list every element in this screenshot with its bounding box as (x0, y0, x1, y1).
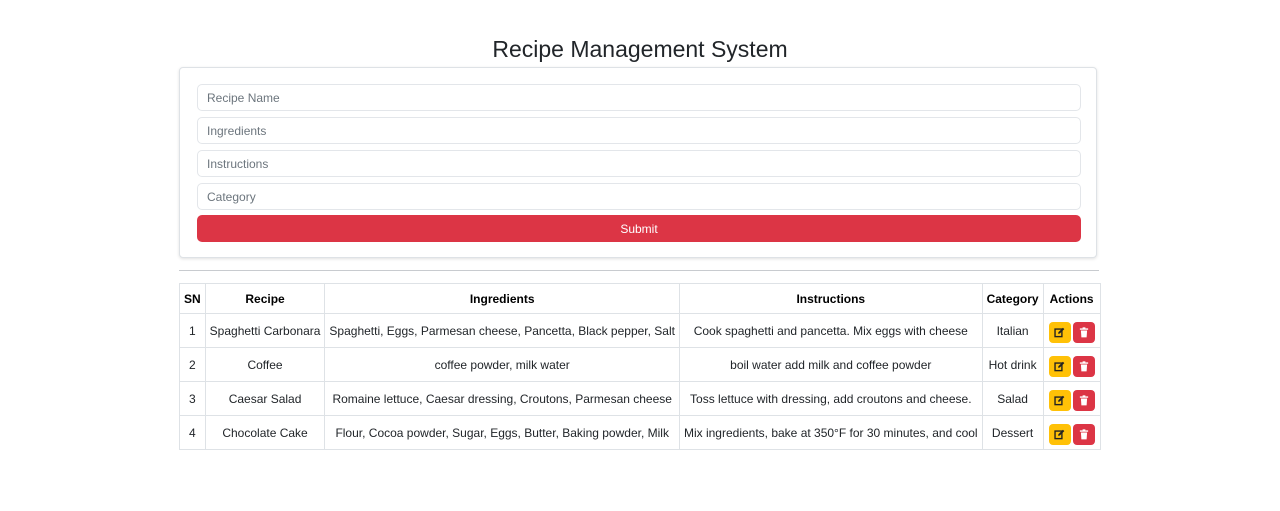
edit-button[interactable] (1048, 424, 1071, 445)
cell-ingredients: Romaine lettuce, Caesar dressing, Crouto… (324, 381, 680, 416)
trash-icon (1073, 395, 1095, 406)
delete-button[interactable] (1072, 424, 1095, 445)
cell-ingredients: coffee powder, milk water (324, 347, 680, 382)
cell-instructions: boil water add milk and coffee powder (678, 347, 983, 382)
edit-icon (1049, 327, 1071, 338)
cell-sn: 2 (179, 347, 206, 382)
cell-category: Italian (981, 313, 1044, 348)
cell-recipe: Spaghetti Carbonara (204, 313, 326, 348)
edit-icon (1049, 361, 1071, 372)
edit-button[interactable] (1048, 390, 1071, 411)
header-actions: Actions (1042, 283, 1101, 314)
table-row: 1 Spaghetti Carbonara Spaghetti, Eggs, Par… (179, 313, 1101, 348)
cell-actions (1042, 381, 1101, 416)
cell-recipe: Chocolate Cake (204, 415, 326, 450)
cell-instructions: Cook spaghetti and pancetta. Mix eggs wi… (678, 313, 983, 348)
cell-actions (1042, 347, 1101, 382)
header-instructions: Instructions (678, 283, 983, 314)
cell-recipe: Caesar Salad (204, 381, 326, 416)
trash-icon (1073, 327, 1095, 338)
cell-category: Hot drink (981, 347, 1044, 382)
delete-button[interactable] (1072, 390, 1095, 411)
table-row: 3 Caesar Salad Romaine lettuce, Caesar dre… (179, 381, 1101, 416)
edit-icon (1049, 395, 1071, 406)
header-category: Category (981, 283, 1044, 314)
cell-instructions: Toss lettuce with dressing, add croutons… (678, 381, 983, 416)
trash-icon (1073, 429, 1095, 440)
recipe-form: Submit (179, 67, 1097, 258)
cell-sn: 3 (179, 381, 206, 416)
divider (179, 270, 1099, 271)
trash-icon (1073, 361, 1095, 372)
header-sn: SN (179, 283, 206, 314)
cell-sn: 4 (179, 415, 206, 450)
edit-button[interactable] (1048, 322, 1071, 343)
cell-ingredients: Spaghetti, Eggs, Parmesan cheese, Pancet… (324, 313, 680, 348)
table-header-row: SN Recipe Ingredients Instructions Categ… (179, 283, 1101, 314)
table-row: 2 Coffee coffee powder, milk water boil wat… (179, 347, 1101, 382)
delete-button[interactable] (1072, 356, 1095, 377)
cell-recipe: Coffee (204, 347, 326, 382)
page-title: Recipe Management System (492, 36, 788, 62)
edit-icon (1049, 429, 1071, 440)
instructions-input[interactable] (197, 150, 1081, 177)
edit-button[interactable] (1048, 356, 1071, 377)
cell-actions (1042, 415, 1101, 450)
recipes-table: SN Recipe Ingredients Instructions Categ… (179, 283, 1101, 450)
delete-button[interactable] (1072, 322, 1095, 343)
category-input[interactable] (197, 183, 1081, 210)
cell-category: Salad (981, 381, 1044, 416)
header-recipe: Recipe (204, 283, 326, 314)
header-ingredients: Ingredients (324, 283, 680, 314)
table-row: 4 Chocolate Cake Flour, Cocoa powder, Suga… (179, 415, 1101, 450)
cell-actions (1042, 313, 1101, 348)
ingredients-input[interactable] (197, 117, 1081, 144)
cell-ingredients: Flour, Cocoa powder, Sugar, Eggs, Butter… (324, 415, 680, 450)
cell-instructions: Mix ingredients, bake at 350°F for 30 mi… (678, 415, 983, 450)
submit-button[interactable]: Submit (197, 215, 1081, 242)
cell-sn: 1 (179, 313, 206, 348)
recipe-name-input[interactable] (197, 84, 1081, 111)
cell-category: Dessert (981, 415, 1044, 450)
